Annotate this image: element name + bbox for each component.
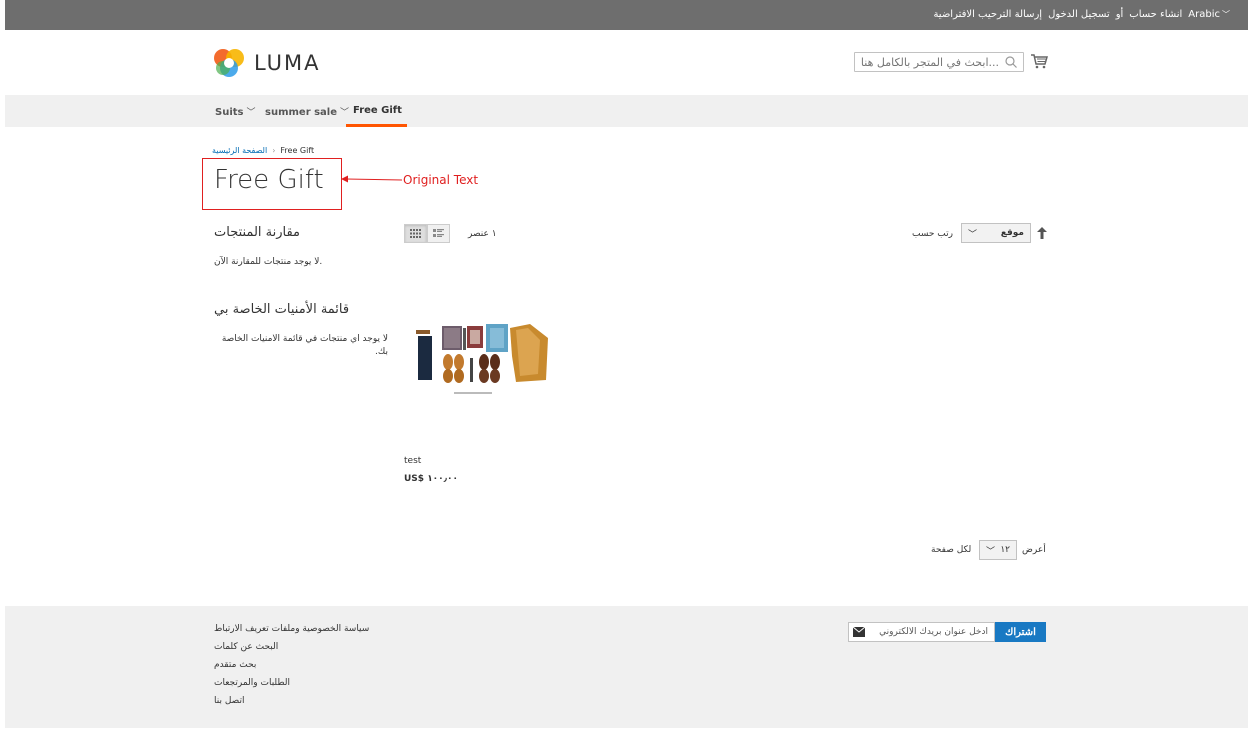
sorter-label: رتب حسب bbox=[912, 229, 953, 239]
footer-links: سياسة الخصوصية وملفات تعريف الارتباط الب… bbox=[214, 623, 369, 707]
compare-title: مقارنة المنتجات bbox=[214, 225, 301, 240]
chevron-down-icon: ﹀ bbox=[246, 108, 256, 118]
limiter-select[interactable]: ﹀ ١٢ bbox=[979, 540, 1017, 560]
sort-direction-arrow-up-icon[interactable] bbox=[1037, 227, 1047, 239]
newsletter-placeholder: ادخل عنوان بريدك الالكتروني bbox=[879, 627, 988, 637]
product-name-link[interactable]: test bbox=[404, 456, 421, 466]
limiter-per-page-label: لكل صفحة bbox=[931, 545, 972, 555]
cart-icon[interactable] bbox=[1030, 52, 1048, 70]
nav-active-indicator bbox=[346, 124, 407, 127]
product-image[interactable] bbox=[410, 318, 552, 402]
footer-link-privacy[interactable]: سياسة الخصوصية وملفات تعريف الارتباط bbox=[214, 623, 369, 635]
language-switcher[interactable]: Arabic ﹀ bbox=[1188, 9, 1230, 20]
toolbar-amount: ١ عنصر bbox=[468, 229, 497, 239]
logo[interactable]: LUMA bbox=[212, 46, 321, 80]
nav-item-label: Free Gift bbox=[353, 105, 402, 116]
limiter-show-label: أعرض bbox=[1022, 545, 1046, 555]
list-view-button[interactable] bbox=[427, 224, 450, 243]
breadcrumb: الصفحة الرئيسية › Free Gift bbox=[212, 146, 314, 155]
footer-link-search-terms[interactable]: البحث عن كلمات bbox=[214, 641, 369, 653]
nav-item-summer-sale[interactable]: summer sale ﹀ bbox=[265, 105, 349, 118]
annotation-label: Original Text bbox=[403, 173, 479, 187]
wishlist-empty-text: لا يوجد اي منتجات في قائمة الامنيات الخا… bbox=[221, 334, 388, 357]
newsletter-email-input[interactable]: ادخل عنوان بريدك الالكتروني bbox=[848, 622, 995, 642]
nav-item-suits[interactable]: Suits ﹀ bbox=[215, 105, 256, 118]
footer-link-advanced-search[interactable]: بحث متقدم bbox=[214, 659, 369, 671]
chevron-down-icon: ﹀ bbox=[968, 229, 978, 240]
subscribe-button[interactable]: اشتراك bbox=[995, 622, 1046, 642]
or-text: أو bbox=[1115, 9, 1124, 20]
nav-item-label: summer sale bbox=[265, 107, 338, 118]
footer: سياسة الخصوصية وملفات تعريف الارتباط الب… bbox=[5, 606, 1248, 728]
view-mode-switcher bbox=[404, 224, 450, 243]
chevron-down-icon: ﹀ bbox=[340, 108, 350, 118]
breadcrumb-home-link[interactable]: الصفحة الرئيسية bbox=[212, 146, 267, 155]
annotation-arrow-icon bbox=[341, 175, 402, 183]
grid-icon bbox=[410, 229, 421, 238]
nav-item-label: Suits bbox=[215, 107, 244, 118]
breadcrumb-current: Free Gift bbox=[280, 146, 315, 155]
nav-item-free-gift[interactable]: Free Gift bbox=[353, 105, 402, 116]
chevron-down-icon: ﹀ bbox=[986, 546, 996, 557]
grid-view-button[interactable] bbox=[404, 224, 427, 243]
footer-link-orders-returns[interactable]: الطلبات والمرتجعات bbox=[214, 677, 369, 689]
logo-text: LUMA bbox=[254, 51, 321, 75]
top-bar: إرسالة الترحيب الافتراضية تسجيل الدخول أ… bbox=[5, 0, 1248, 30]
create-account-link[interactable]: انشاء حساب bbox=[1129, 9, 1182, 20]
main-nav: Suits ﹀ summer sale ﹀ Free Gift bbox=[5, 95, 1248, 127]
envelope-icon bbox=[853, 627, 865, 637]
wishlist-title: قائمة الأمنيات الخاصة بي bbox=[214, 302, 350, 317]
footer-link-contact[interactable]: اتصل بنا bbox=[214, 695, 369, 707]
chevron-down-icon: ﹀ bbox=[1222, 10, 1230, 19]
sorter-value: موقع bbox=[1000, 228, 1024, 238]
annotation-box bbox=[202, 158, 342, 210]
search-input[interactable] bbox=[854, 52, 1024, 72]
header-links: إرسالة الترحيب الافتراضية تسجيل الدخول أ… bbox=[933, 9, 1230, 20]
search-icon[interactable] bbox=[1004, 55, 1018, 69]
limiter-value: ١٢ bbox=[1000, 545, 1010, 555]
language-label: Arabic bbox=[1188, 9, 1220, 20]
sign-in-link[interactable]: تسجيل الدخول bbox=[1048, 9, 1110, 20]
sorter-select[interactable]: ﹀ موقع bbox=[961, 223, 1031, 243]
list-icon bbox=[433, 229, 444, 237]
breadcrumb-separator: › bbox=[272, 146, 276, 155]
welcome-message: إرسالة الترحيب الافتراضية bbox=[933, 9, 1043, 20]
product-price: US$ ١٠٠٫٠٠ bbox=[404, 474, 459, 484]
luma-logo-icon bbox=[214, 49, 244, 77]
compare-empty-text: .لا يوجد منتجات للمقارنة الآن bbox=[214, 257, 323, 267]
